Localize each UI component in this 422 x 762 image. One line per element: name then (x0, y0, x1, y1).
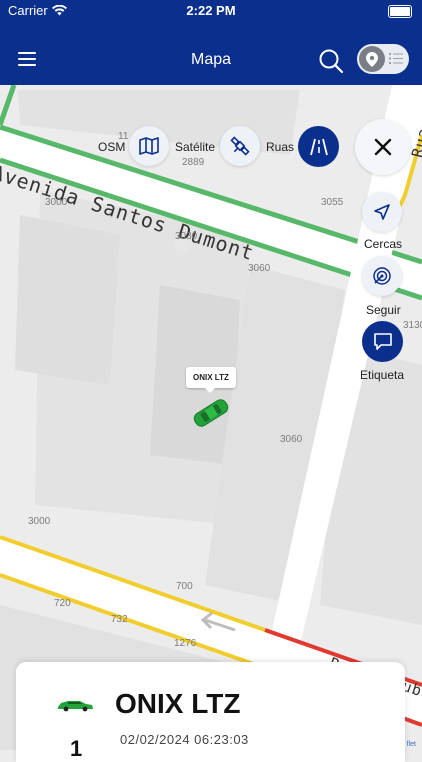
battery-icon (388, 5, 412, 18)
map-list-toggle[interactable] (357, 44, 409, 74)
clock: 2:22 PM (186, 3, 236, 18)
label-label[interactable]: Etiqueta (360, 368, 404, 382)
road-icon (309, 138, 328, 155)
status-bar: Carrier 2:22 PM (0, 0, 422, 22)
fences-button[interactable] (362, 192, 402, 232)
layer-osm-label[interactable]: OSM (98, 140, 125, 154)
house-number: 3030 (175, 231, 198, 242)
vehicle-timestamp: 02/02/2024 06:23:03 (120, 732, 249, 747)
satellite-icon (230, 136, 250, 156)
follow-label[interactable]: Seguir (366, 303, 401, 317)
house-number: 1276 (174, 638, 197, 649)
fences-label[interactable]: Cercas (364, 237, 402, 251)
search-icon[interactable] (318, 48, 344, 74)
vehicle-card[interactable]: ONIX LTZ 02/02/2024 06:23:03 1 (16, 662, 405, 762)
layer-satellite-button[interactable] (220, 126, 260, 166)
layer-roads-label[interactable]: Ruas (266, 140, 294, 154)
map-pin-icon (359, 46, 385, 72)
vehicle-name: ONIX LTZ (115, 688, 241, 719)
house-number: 3060 (280, 434, 303, 445)
vehicle-index: 1 (70, 736, 83, 761)
follow-button[interactable] (362, 256, 402, 296)
close-layers-button[interactable] (355, 119, 411, 175)
layer-satellite-label[interactable]: Satélite (175, 140, 215, 154)
map-view[interactable]: Avenida Santos Dumont Rua B R uba 11 288… (0, 85, 422, 750)
house-number: 3130 (403, 320, 422, 331)
close-icon (374, 138, 392, 156)
app-header: Mapa (0, 22, 422, 85)
message-icon (373, 333, 392, 350)
layer-osm-button[interactable] (129, 126, 169, 166)
list-icon (389, 53, 403, 64)
layer-roads-button[interactable] (298, 126, 339, 167)
navigation-arrow-icon (374, 204, 390, 220)
house-number: 2889 (182, 157, 205, 168)
house-number: 3000 (28, 516, 51, 527)
vehicle-tag[interactable]: ONIX LTZ (186, 367, 236, 393)
house-number: 3000 (45, 197, 68, 208)
car-icon (58, 701, 93, 712)
label-button[interactable] (362, 321, 403, 362)
house-number: 3060 (248, 263, 271, 274)
house-number: 732 (111, 614, 128, 625)
map-attribution[interactable]: flet (407, 741, 416, 748)
house-number: 3055 (321, 197, 344, 208)
house-number: 700 (176, 581, 193, 592)
target-icon (373, 267, 391, 285)
house-number: 720 (54, 598, 71, 609)
map-icon (139, 137, 159, 155)
